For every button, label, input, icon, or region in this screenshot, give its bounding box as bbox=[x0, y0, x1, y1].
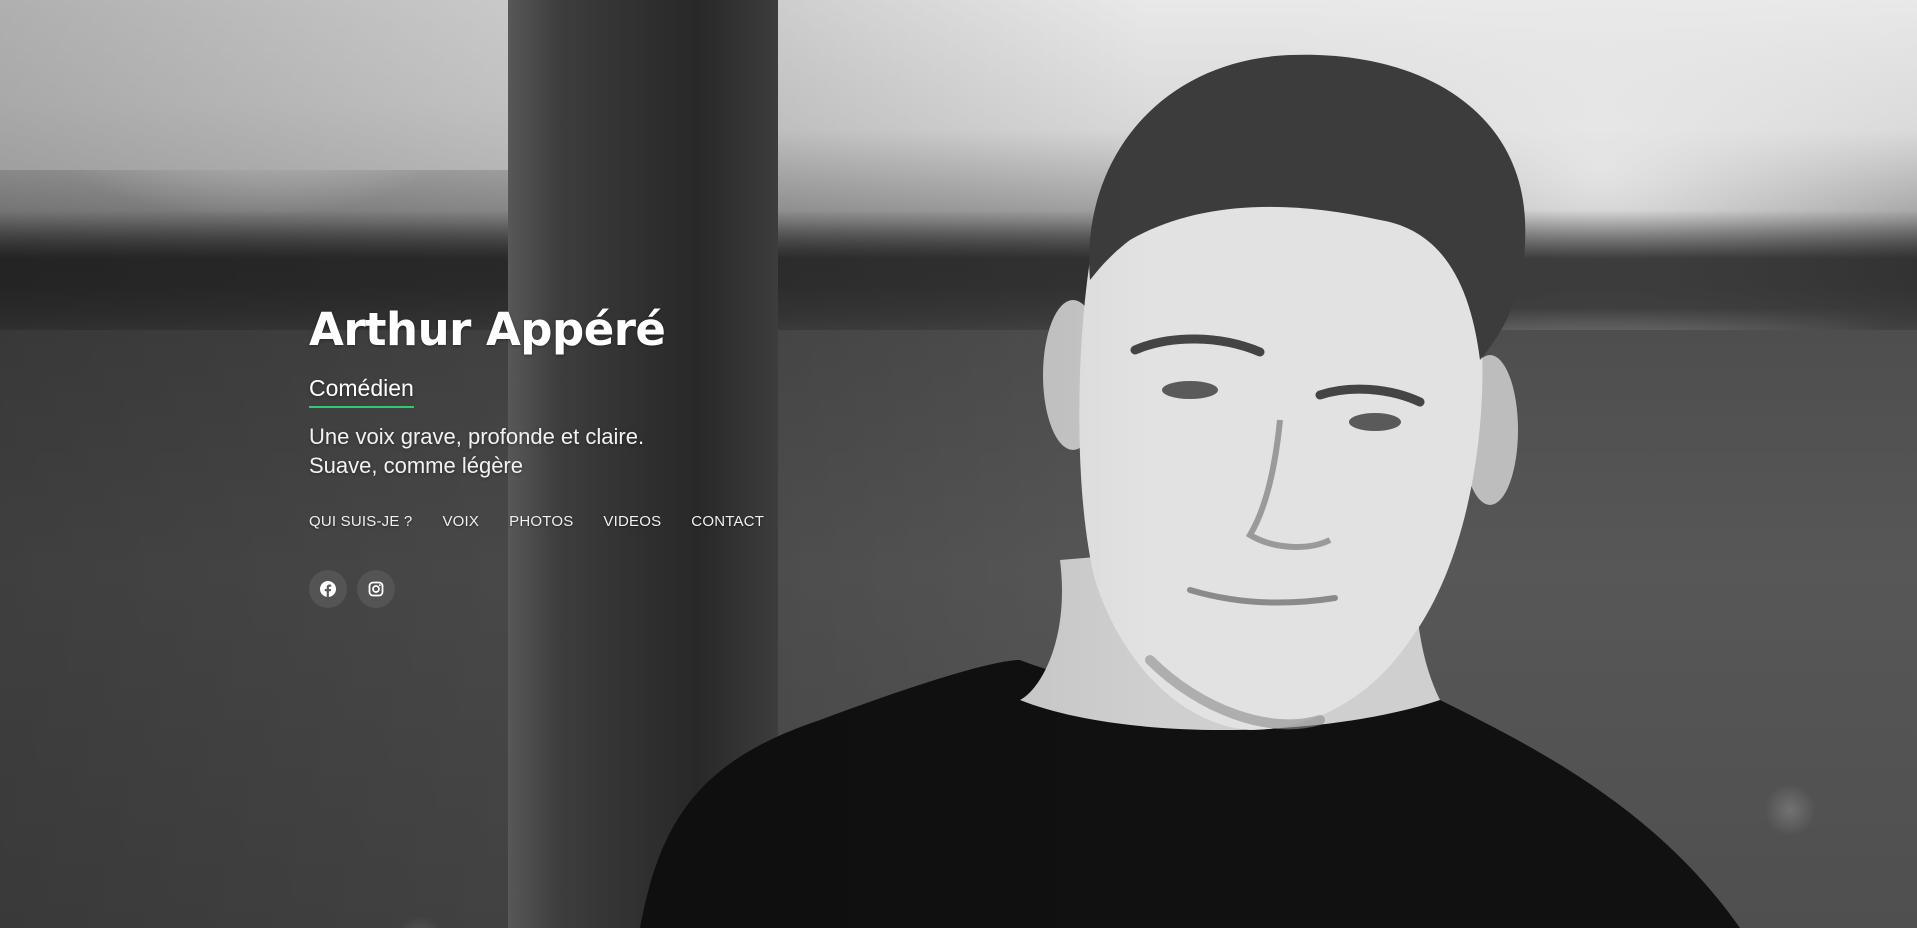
nav-item-contact[interactable]: CONTACT bbox=[691, 513, 764, 530]
instagram-icon bbox=[368, 581, 384, 597]
hero-content: Arthur Appéré Comédien Une voix grave, p… bbox=[309, 300, 829, 608]
nav-item-photos[interactable]: PHOTOS bbox=[509, 513, 573, 530]
nav-item-qui-suis-je[interactable]: QUI SUIS-JE ? bbox=[309, 513, 412, 530]
role-subtitle: Comédien bbox=[309, 374, 414, 408]
main-nav: QUI SUIS-JE ? VOIX PHOTOS VIDEOS CONTACT bbox=[309, 513, 829, 530]
page-title: Arthur Appéré bbox=[309, 303, 666, 356]
tagline-line-2: Suave, comme légère bbox=[309, 453, 523, 478]
tagline-line-1: Une voix grave, profonde et claire. bbox=[309, 424, 645, 449]
hero-section: Arthur Appéré Comédien Une voix grave, p… bbox=[0, 0, 1917, 928]
nav-item-videos[interactable]: VIDEOS bbox=[603, 513, 661, 530]
nav-item-voix[interactable]: VOIX bbox=[442, 513, 479, 530]
instagram-button[interactable] bbox=[357, 570, 395, 608]
tagline: Une voix grave, profonde et claire. Suav… bbox=[309, 422, 829, 480]
facebook-button[interactable] bbox=[309, 570, 347, 608]
hero-overlay bbox=[0, 0, 1917, 928]
facebook-icon bbox=[320, 581, 336, 597]
social-links bbox=[309, 570, 829, 608]
